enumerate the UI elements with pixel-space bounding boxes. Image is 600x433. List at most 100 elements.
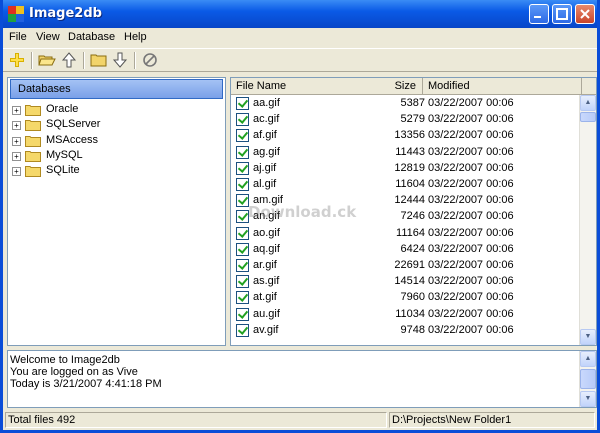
status-path: D:\Projects\New Folder1 <box>389 412 595 428</box>
file-row[interactable]: as.gif 14514 03/22/2007 00:06 <box>231 274 580 290</box>
menu-help[interactable]: Help <box>124 31 147 43</box>
file-checkbox[interactable] <box>236 307 249 321</box>
file-modified: 03/22/2007 00:06 <box>428 291 514 304</box>
toolbar-separator <box>134 52 136 69</box>
down-arrow-icon[interactable] <box>111 52 129 68</box>
file-size: 6424 <box>400 242 425 255</box>
file-checkbox[interactable] <box>236 275 249 289</box>
file-name: ag.gif <box>253 145 280 158</box>
file-checkbox[interactable] <box>236 323 249 337</box>
file-checkbox[interactable] <box>236 259 249 272</box>
file-checkbox[interactable] <box>236 242 249 256</box>
file-size: 14514 <box>394 275 425 288</box>
file-name: aa.gif <box>253 97 280 109</box>
file-name: as.gif <box>253 275 280 288</box>
scroll-down-icon[interactable]: ▼ <box>580 329 596 345</box>
expand-icon[interactable]: + <box>12 121 21 130</box>
databases-header[interactable]: Databases <box>10 79 223 99</box>
file-size: 11443 <box>395 145 425 158</box>
file-row[interactable]: aq.gif 6424 03/22/2007 00:06 <box>231 242 580 258</box>
file-row[interactable]: aj.gif 12819 03/22/2007 00:06 <box>231 161 580 177</box>
file-size: 5387 <box>400 97 425 109</box>
file-modified: 03/22/2007 00:06 <box>428 97 514 109</box>
scroll-thumb[interactable] <box>580 112 596 122</box>
file-name: ac.gif <box>253 113 280 126</box>
file-name: ar.gif <box>253 259 277 271</box>
file-modified: 03/22/2007 00:06 <box>428 275 514 288</box>
open-folder-icon[interactable] <box>38 52 56 68</box>
file-modified: 03/22/2007 00:06 <box>428 145 514 158</box>
file-row[interactable]: af.gif 13356 03/22/2007 00:06 <box>231 128 580 144</box>
maximize-button[interactable] <box>552 4 572 24</box>
folder-icon[interactable] <box>90 52 108 68</box>
file-row[interactable]: ag.gif 11443 03/22/2007 00:06 <box>231 145 580 161</box>
log-pane: Welcome to Image2db You are logged on as… <box>7 350 597 408</box>
file-size: 12444 <box>394 194 425 207</box>
file-name: aq.gif <box>253 242 280 255</box>
file-size: 12819 <box>394 161 425 174</box>
file-modified: 03/22/2007 00:06 <box>428 259 514 271</box>
file-size: 13356 <box>394 129 425 142</box>
scroll-up-icon[interactable]: ▲ <box>580 95 596 111</box>
file-row[interactable]: ar.gif 22691 03/22/2007 00:06 <box>231 258 580 274</box>
file-name: au.gif <box>253 307 280 320</box>
file-size: 22691 <box>394 259 425 271</box>
file-row[interactable]: av.gif 9748 03/22/2007 00:06 <box>231 323 580 339</box>
file-row[interactable]: al.gif 11604 03/22/2007 00:06 <box>231 177 580 193</box>
file-checkbox[interactable] <box>236 113 249 127</box>
file-checkbox[interactable] <box>236 129 249 143</box>
file-name: aj.gif <box>253 161 277 174</box>
file-row[interactable]: ac.gif 5279 03/22/2007 00:06 <box>231 112 580 128</box>
title-bar[interactable]: Image2db <box>3 0 597 28</box>
expand-icon[interactable]: + <box>12 137 21 146</box>
file-checkbox[interactable] <box>236 145 249 159</box>
up-arrow-icon[interactable] <box>60 52 78 68</box>
close-button[interactable] <box>575 4 595 24</box>
log-scrollbar[interactable]: ▲ ▼ <box>579 351 596 407</box>
file-name: af.gif <box>253 129 277 142</box>
column-header-modified[interactable]: Modified <box>423 78 582 95</box>
file-modified: 03/22/2007 00:06 <box>428 242 514 255</box>
expand-icon[interactable]: + <box>12 106 21 115</box>
column-header-size[interactable]: Size <box>351 78 423 95</box>
expand-icon[interactable]: + <box>12 167 21 176</box>
log-line: You are logged on as Vive <box>10 366 138 378</box>
file-modified: 03/22/2007 00:06 <box>428 226 514 239</box>
file-modified: 03/22/2007 00:06 <box>428 129 514 142</box>
file-modified: 03/22/2007 00:06 <box>428 178 514 190</box>
file-row[interactable]: ao.gif 11164 03/22/2007 00:06 <box>231 226 580 242</box>
menu-database[interactable]: Database <box>68 31 115 43</box>
file-checkbox[interactable] <box>236 178 249 191</box>
app-window: Image2db File View Database Help Databas… <box>0 0 600 433</box>
file-checkbox[interactable] <box>236 291 249 305</box>
file-row[interactable]: at.gif 7960 03/22/2007 00:06 <box>231 290 580 306</box>
file-checkbox[interactable] <box>236 226 249 240</box>
scroll-down-icon[interactable]: ▼ <box>580 391 596 407</box>
window-title: Image2db <box>29 6 102 21</box>
tree-item-label: MySQL <box>46 149 83 161</box>
file-list-scrollbar[interactable]: ▲ ▼ <box>579 95 596 345</box>
folder-icon <box>25 105 41 116</box>
file-checkbox[interactable] <box>236 97 249 110</box>
menu-file[interactable]: File <box>9 31 27 43</box>
databases-pane: Databases + Oracle + SQLServer + MSAcces… <box>7 77 226 346</box>
file-name: av.gif <box>253 323 279 336</box>
scroll-up-icon[interactable]: ▲ <box>580 351 596 367</box>
cancel-icon[interactable] <box>141 52 159 68</box>
app-icon <box>8 6 24 22</box>
menu-view[interactable]: View <box>36 31 60 43</box>
tree-item-label: MSAccess <box>46 134 98 146</box>
tree-item-label: SQLServer <box>46 118 101 130</box>
file-modified: 03/22/2007 00:06 <box>428 161 514 174</box>
add-icon[interactable] <box>8 52 26 68</box>
file-row[interactable]: aa.gif 5387 03/22/2007 00:06 <box>231 96 580 112</box>
expand-icon[interactable]: + <box>12 152 21 161</box>
watermark: Download.ck <box>248 203 357 221</box>
file-modified: 03/22/2007 00:06 <box>428 113 514 126</box>
file-checkbox[interactable] <box>236 161 249 175</box>
file-size: 7246 <box>400 210 425 223</box>
file-size: 7960 <box>400 291 425 304</box>
scroll-thumb[interactable] <box>580 369 596 389</box>
minimize-button[interactable] <box>529 4 549 24</box>
file-row[interactable]: au.gif 11034 03/22/2007 00:06 <box>231 307 580 323</box>
